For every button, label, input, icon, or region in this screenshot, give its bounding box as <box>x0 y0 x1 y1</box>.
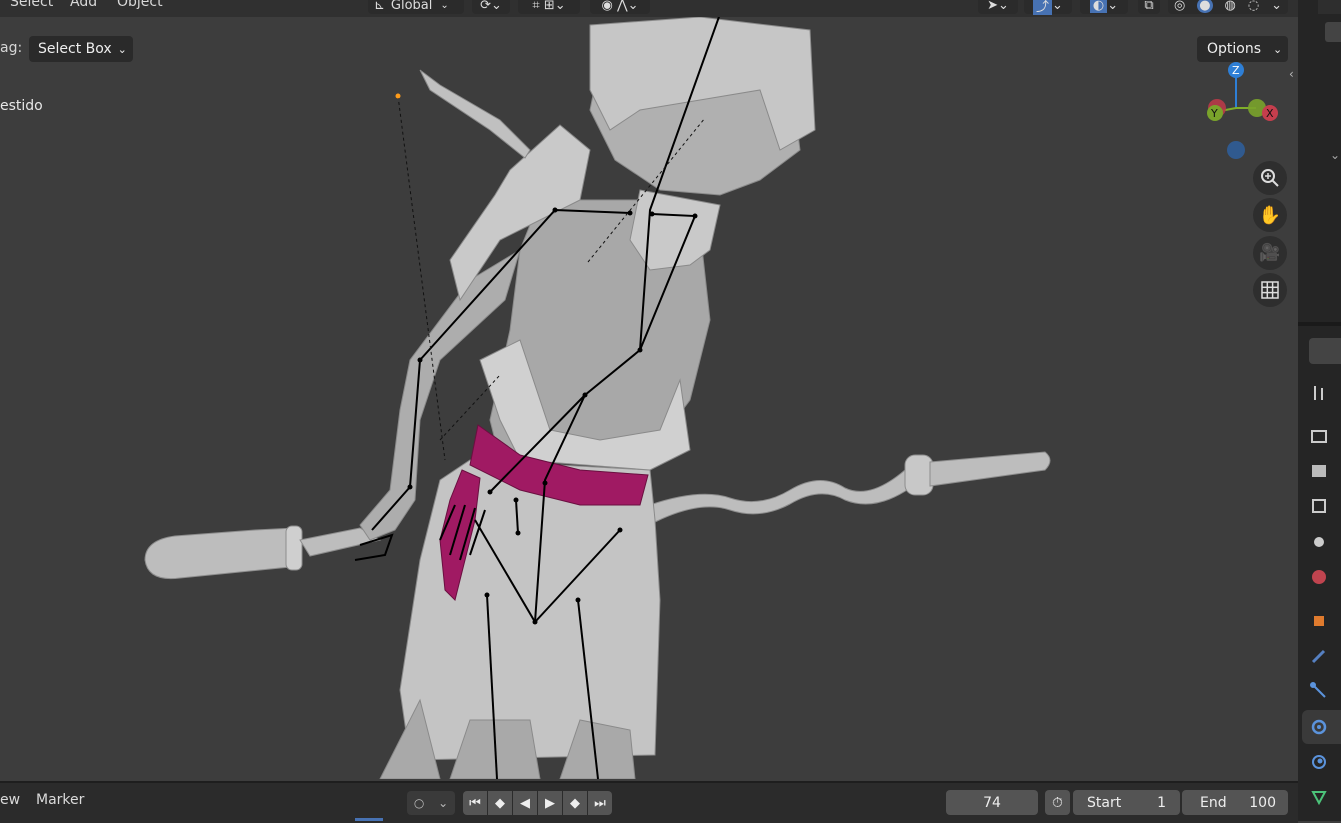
active-object-name: estido <box>0 98 43 114</box>
constraints-icon[interactable] <box>1308 751 1330 773</box>
jump-start-icon[interactable]: ⏮ <box>463 791 487 815</box>
next-keyframe-icon[interactable]: ◆ <box>563 791 587 815</box>
scene-render <box>144 17 1051 779</box>
physics-icon[interactable] <box>1308 716 1330 738</box>
pivot-dropdown[interactable]: ⟳⌄ <box>472 0 510 14</box>
stopwatch-icon[interactable]: ⏱ <box>1045 790 1070 815</box>
chevron-down-icon[interactable]: ⌄ <box>1330 148 1340 162</box>
area-separator[interactable] <box>1298 322 1341 326</box>
jump-end-icon[interactable]: ⏭ <box>588 791 612 815</box>
end-frame-field[interactable]: End 100 <box>1182 790 1288 815</box>
camera-icon[interactable]: 🎥 <box>1253 236 1287 270</box>
object-icon[interactable] <box>1308 610 1330 632</box>
shading-modes[interactable]: ◎ ● ◍ ◌ ⌄ <box>1168 0 1288 14</box>
tool-icon[interactable] <box>1308 382 1330 404</box>
outliner-filter-icon[interactable] <box>1325 22 1341 42</box>
rendered-shading-icon[interactable]: ◌ <box>1248 0 1259 13</box>
sidebar-toggle-icon[interactable]: ‹ <box>1289 67 1294 81</box>
transform-orientation-dropdown[interactable]: ⊾ Global ⌄ <box>368 0 464 14</box>
drag-label: ag: <box>0 40 23 56</box>
overlays-toggle[interactable]: ◐ ⌄ <box>1080 0 1128 14</box>
xray-toggle[interactable]: ⧉ <box>1138 0 1160 14</box>
chevron-down-icon[interactable]: ⌄ <box>438 796 448 810</box>
chevron-down-icon: ⌄ <box>1273 42 1283 56</box>
scene-icon[interactable] <box>1308 530 1330 552</box>
view-menu[interactable]: ew <box>0 792 20 808</box>
svg-text:Z: Z <box>1232 64 1240 77</box>
gizmo-toggle[interactable]: ⤴ ⌄ <box>1024 0 1072 15</box>
keying-dropdown[interactable]: ○ ⌄ <box>407 791 455 815</box>
record-icon[interactable]: ○ <box>414 796 424 810</box>
chevron-down-icon: ⌄ <box>440 0 449 11</box>
viewport-header: Select Add Object ⊾ Global ⌄ ⟳⌄ ⌗ ⊞⌄ ◉ ⋀… <box>0 0 1298 17</box>
menu-object[interactable]: Object <box>117 0 163 10</box>
material-shading-icon[interactable]: ◍ <box>1225 0 1236 13</box>
axes-icon: ⊾ <box>374 0 385 13</box>
select-tool-dropdown[interactable]: ➤⌄ <box>978 0 1018 14</box>
modifier-icon[interactable] <box>1308 645 1330 667</box>
particles-icon[interactable] <box>1308 680 1330 702</box>
marker-menu[interactable]: Marker <box>36 792 84 808</box>
properties-editor-type-icon[interactable] <box>1309 338 1341 364</box>
play-icon[interactable]: ▶ <box>538 791 562 815</box>
timeline-header: ew Marker ○ ⌄ ⏮ ◆ ◀ ▶ ◆ ⏭ 74 ⏱ Start 1 En… <box>0 781 1298 823</box>
play-reverse-icon[interactable]: ◀ <box>513 791 537 815</box>
zoom-icon[interactable] <box>1253 161 1287 195</box>
grid-icon[interactable] <box>1253 273 1287 307</box>
world-icon[interactable] <box>1308 566 1330 588</box>
svg-text:X: X <box>1266 107 1274 120</box>
output-icon[interactable] <box>1308 460 1330 482</box>
current-frame-field[interactable]: 74 <box>946 790 1038 815</box>
data-icon[interactable] <box>1308 786 1330 808</box>
character-model <box>359 17 816 779</box>
gizmo-neg-z-axis[interactable] <box>1227 141 1245 159</box>
wireframe-shading-icon[interactable]: ◎ <box>1174 0 1185 13</box>
3d-viewport[interactable]: ag: Select Box ⌄ Options ⌄ estido Z Y X … <box>0 17 1298 779</box>
outliner-menu-icon[interactable] <box>1318 0 1341 14</box>
proportional-edit-dropdown[interactable]: ◉ ⋀⌄ <box>590 0 650 14</box>
navigation-gizmo[interactable]: Z Y X <box>1185 57 1285 167</box>
snap-dropdown[interactable]: ⌗ ⊞⌄ <box>518 0 580 14</box>
render-icon[interactable] <box>1308 425 1330 447</box>
view-layer-icon[interactable] <box>1308 495 1330 517</box>
drag-select-dropdown[interactable]: Select Box ⌄ <box>29 36 133 62</box>
menu-select[interactable]: Select <box>10 0 53 10</box>
light-origin <box>395 93 401 99</box>
chevron-down-icon: ⌄ <box>117 42 127 56</box>
start-frame-field[interactable]: Start 1 <box>1073 790 1180 815</box>
chevron-down-icon[interactable]: ⌄ <box>1271 0 1282 13</box>
prev-keyframe-icon[interactable]: ◆ <box>488 791 512 815</box>
menu-add[interactable]: Add <box>70 0 97 10</box>
svg-text:Y: Y <box>1210 107 1218 120</box>
hand-pan-icon[interactable]: ✋ <box>1253 198 1287 232</box>
solid-shading-icon[interactable]: ● <box>1197 0 1213 13</box>
